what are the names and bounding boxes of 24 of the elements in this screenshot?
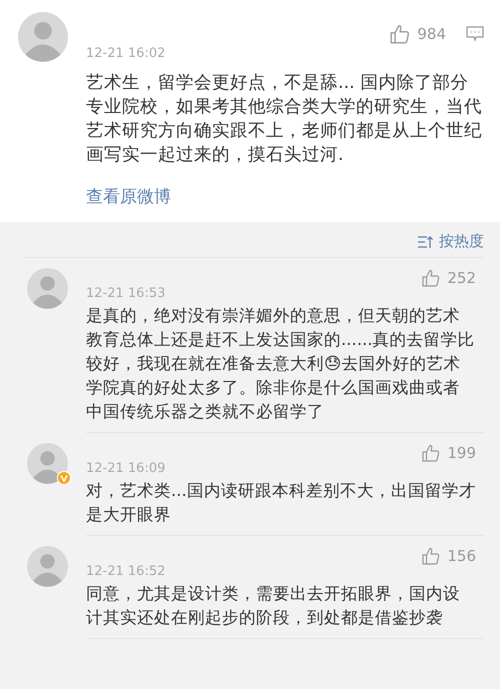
- like-count: 252: [447, 269, 476, 287]
- like-count: 199: [447, 444, 476, 462]
- comment-text: 是真的，绝对没有崇洋媚外的意思，但天朝的艺术教育总体上还是赶不上发达国家的......真的去留学比较好，我现在就在准备去意大利😓去国外好的艺术学院真的好处太多了。除非你是什么国画戏曲或者中国传统乐器之类就不必留学了: [86, 305, 476, 423]
- sort-button[interactable]: 按热度: [417, 232, 484, 251]
- comment-icon[interactable]: [466, 26, 484, 42]
- like-count: 984: [417, 25, 446, 43]
- thumbs-up-icon[interactable]: [421, 443, 442, 463]
- view-original-link[interactable]: 查看原微博: [86, 185, 171, 208]
- sort-icon: [417, 234, 433, 248]
- comment-text: 对，艺术类...国内读研跟本科差别不大，出国留学才是大开眼界: [86, 480, 476, 526]
- post-text: 艺术生，留学会更好点，不是舔... 国内除了部分专业院校，如果考其他综合类大学的研究生，当代艺术研究方向确实跟不上，老师们都是从上个世纪画写实一起过来的，摸石头过河.: [86, 72, 483, 167]
- avatar: [27, 546, 68, 587]
- comment-time: 12-21 16:02: [86, 46, 166, 61]
- avatar: [27, 268, 68, 309]
- thumbs-up-icon[interactable]: [421, 546, 442, 566]
- comment-time: 12-21 16:52: [86, 564, 166, 579]
- avatar: [18, 12, 68, 62]
- comment-text: 同意，尤其是设计类，需要出去开拓眼界，国内设计其实还处在刚起步的阶段，到处都是借鉴抄袭: [86, 583, 461, 629]
- thumbs-up-icon[interactable]: [389, 23, 412, 45]
- comment-time: 12-21 16:53: [86, 286, 166, 301]
- thumbs-up-icon[interactable]: [421, 268, 442, 288]
- avatar: [27, 443, 68, 484]
- comment-time: 12-21 16:09: [86, 461, 166, 476]
- like-count: 156: [447, 547, 476, 565]
